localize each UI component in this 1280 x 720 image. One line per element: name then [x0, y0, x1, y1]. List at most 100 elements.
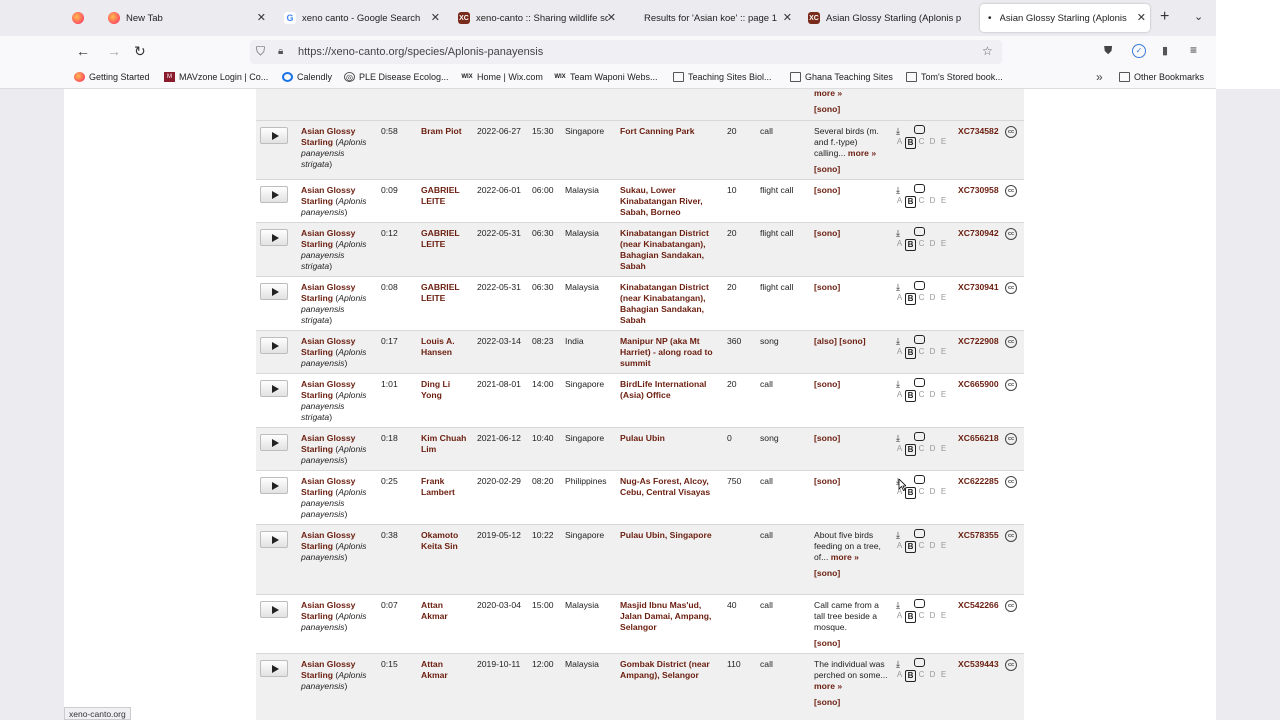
discuss-icon[interactable]: [914, 378, 925, 387]
discuss-icon[interactable]: [914, 227, 925, 236]
grade-selected[interactable]: B: [905, 487, 916, 499]
grade-c[interactable]: C: [916, 541, 927, 553]
reload-icon[interactable]: ↻: [134, 43, 146, 60]
discuss-icon[interactable]: [914, 599, 925, 608]
bookmark-mavzone[interactable]: M MAVzone Login | Co...: [164, 72, 268, 82]
grade-e[interactable]: E: [938, 444, 949, 456]
grade-c[interactable]: C: [916, 239, 927, 251]
bookmark-star-icon[interactable]: ☆: [982, 44, 993, 58]
grade-selected[interactable]: B: [905, 293, 916, 305]
back-icon[interactable]: ←: [76, 43, 90, 59]
bookmark-calendly[interactable]: Calendly: [282, 72, 332, 82]
grade-a[interactable]: A: [894, 137, 905, 149]
discuss-icon[interactable]: [914, 529, 925, 538]
grade-selected[interactable]: B: [905, 670, 916, 682]
location-link[interactable]: Manipur NP (aka Mt Harriet) - along road…: [620, 336, 720, 369]
play-button[interactable]: [260, 283, 288, 300]
sono-link[interactable]: [sono]: [814, 164, 888, 175]
sono-link[interactable]: [sono]: [814, 433, 888, 444]
grade-e[interactable]: E: [938, 487, 949, 499]
creative-commons-icon[interactable]: cc: [1005, 659, 1017, 671]
new-tab-icon[interactable]: +: [1160, 8, 1169, 26]
creative-commons-icon[interactable]: cc: [1005, 185, 1017, 197]
tab-new-tab[interactable]: New Tab ✕: [108, 4, 270, 32]
grade-a[interactable]: A: [894, 670, 905, 682]
grade-selected[interactable]: B: [905, 444, 916, 456]
grade-selected[interactable]: B: [905, 347, 916, 359]
catalogue-number-link[interactable]: XC539443: [958, 659, 999, 670]
creative-commons-icon[interactable]: cc: [1005, 379, 1017, 391]
catalogue-number-link[interactable]: XC730958: [958, 185, 999, 196]
grade-selected[interactable]: B: [905, 541, 916, 553]
more-link[interactable]: more »: [814, 681, 842, 691]
grade-d[interactable]: D: [927, 541, 938, 553]
sono-link[interactable]: [sono]: [814, 379, 888, 390]
play-button[interactable]: [260, 337, 288, 354]
play-button[interactable]: [260, 434, 288, 451]
more-link[interactable]: more »: [814, 89, 842, 99]
sono-link[interactable]: [sono]: [814, 697, 888, 708]
location-link[interactable]: Nug-As Forest, Alcoy, Cebu, Central Visa…: [620, 476, 720, 498]
discuss-icon[interactable]: [914, 432, 925, 441]
chevron-right-icon[interactable]: »: [1096, 70, 1103, 84]
play-button[interactable]: [260, 229, 288, 246]
list-tabs-icon[interactable]: ⌄: [1194, 10, 1203, 23]
grade-selected[interactable]: B: [905, 390, 916, 402]
play-button[interactable]: [260, 660, 288, 677]
discuss-icon[interactable]: [914, 658, 925, 667]
sono-link[interactable]: [sono]: [814, 568, 888, 579]
play-button[interactable]: [260, 186, 288, 203]
sono-link[interactable]: [also] [sono]: [814, 336, 888, 347]
grade-c[interactable]: C: [916, 293, 927, 305]
play-button[interactable]: [260, 601, 288, 618]
tab-google-search[interactable]: G xeno canto - Google Search ✕: [284, 4, 444, 32]
grade-a[interactable]: A: [894, 239, 905, 251]
grade-d[interactable]: D: [927, 487, 938, 499]
download-icon[interactable]: ⤓: [896, 600, 900, 611]
discuss-icon[interactable]: [914, 125, 925, 134]
grade-selected[interactable]: B: [905, 611, 916, 623]
grade-a[interactable]: A: [894, 390, 905, 402]
lock-icon[interactable]: 🔒︎: [278, 46, 283, 57]
extensions-icon[interactable]: ▮: [1162, 44, 1168, 57]
more-link[interactable]: more »: [831, 552, 859, 562]
grade-a[interactable]: A: [894, 611, 905, 623]
creative-commons-icon[interactable]: cc: [1005, 433, 1017, 445]
grade-d[interactable]: D: [927, 239, 938, 251]
grade-a[interactable]: A: [894, 196, 905, 208]
grade-c[interactable]: C: [916, 137, 927, 149]
download-icon[interactable]: ⤓: [896, 379, 900, 390]
shield-icon[interactable]: ⛉: [256, 44, 265, 59]
location-link[interactable]: Gombak District (near Ampang), Selangor: [620, 659, 720, 681]
download-icon[interactable]: ⤓: [896, 185, 900, 196]
grade-e[interactable]: E: [938, 293, 949, 305]
recordist-link[interactable]: Kim Chuah Lim: [421, 433, 471, 455]
pocket-icon[interactable]: ⛊: [1104, 45, 1112, 58]
discuss-icon[interactable]: [914, 335, 925, 344]
location-link[interactable]: Pulau Ubin: [620, 433, 720, 444]
grade-c[interactable]: C: [916, 390, 927, 402]
grade-e[interactable]: E: [938, 239, 949, 251]
grade-d[interactable]: D: [927, 196, 938, 208]
url-bar[interactable]: ⛉ 🔒︎ https://xeno-canto.org/species/Aplo…: [250, 40, 1002, 64]
close-icon[interactable]: ✕: [257, 11, 266, 24]
tab-results[interactable]: Results for 'Asian koe' :: page 1 ✕: [634, 4, 796, 32]
grade-d[interactable]: D: [927, 347, 938, 359]
recordist-link[interactable]: Ding Li Yong: [421, 379, 471, 401]
close-icon[interactable]: ✕: [1137, 11, 1146, 24]
location-link[interactable]: Kinabatangan District (near Kinabatangan…: [620, 228, 720, 272]
tab-species-active[interactable]: • Asian Glossy Starling (Aplonis p ✕: [980, 4, 1150, 32]
location-link[interactable]: Pulau Ubin, Singapore: [620, 530, 720, 541]
download-icon[interactable]: ⤓: [896, 126, 900, 137]
creative-commons-icon[interactable]: cc: [1005, 600, 1017, 612]
catalogue-number-link[interactable]: XC722908: [958, 336, 999, 347]
grade-d[interactable]: D: [927, 670, 938, 682]
grade-selected[interactable]: B: [905, 196, 916, 208]
catalogue-number-link[interactable]: XC542266: [958, 600, 999, 611]
bookmark-wix-home[interactable]: WIX Home | Wix.com: [461, 72, 543, 82]
grade-c[interactable]: C: [916, 347, 927, 359]
grade-c[interactable]: C: [916, 444, 927, 456]
bookmark-getting-started[interactable]: Getting Started: [74, 72, 150, 82]
discuss-icon[interactable]: [914, 475, 925, 484]
close-icon[interactable]: ✕: [783, 11, 792, 24]
